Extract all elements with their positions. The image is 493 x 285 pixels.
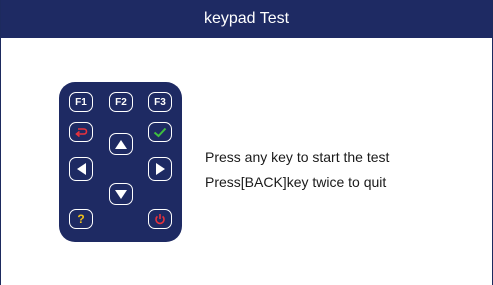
back-arrow-icon bbox=[75, 128, 88, 138]
page-title: keypad Test bbox=[203, 10, 290, 27]
f2-key-label: F2 bbox=[115, 96, 127, 108]
up-triangle-icon bbox=[115, 139, 127, 149]
down-key[interactable] bbox=[109, 183, 133, 205]
f3-key[interactable]: F3 bbox=[148, 92, 172, 112]
f1-key-label: F1 bbox=[75, 96, 87, 108]
title-bar: keypad Test bbox=[1, 0, 492, 38]
help-key[interactable]: ? bbox=[69, 209, 93, 229]
checkmark-icon bbox=[153, 127, 167, 137]
up-key[interactable] bbox=[109, 133, 133, 155]
left-triangle-icon bbox=[76, 163, 86, 175]
ok-key[interactable] bbox=[148, 122, 172, 142]
help-key-label: ? bbox=[77, 212, 85, 226]
keypad-image: F1 F2 F3 ? bbox=[59, 82, 182, 242]
keypad-test-screen: keypad Test F1 F2 F3 ? Press any key to … bbox=[0, 0, 493, 285]
f3-key-label: F3 bbox=[154, 96, 166, 108]
power-key[interactable] bbox=[148, 209, 172, 229]
instruction-quit: Press[BACK]key twice to quit bbox=[205, 174, 387, 190]
instruction-start: Press any key to start the test bbox=[205, 149, 390, 165]
down-triangle-icon bbox=[115, 189, 127, 199]
back-key[interactable] bbox=[69, 122, 93, 142]
right-key[interactable] bbox=[148, 157, 172, 181]
left-key[interactable] bbox=[69, 157, 93, 181]
power-icon bbox=[155, 214, 165, 225]
right-triangle-icon bbox=[155, 163, 165, 175]
f2-key[interactable]: F2 bbox=[109, 92, 133, 112]
f1-key[interactable]: F1 bbox=[69, 92, 93, 112]
